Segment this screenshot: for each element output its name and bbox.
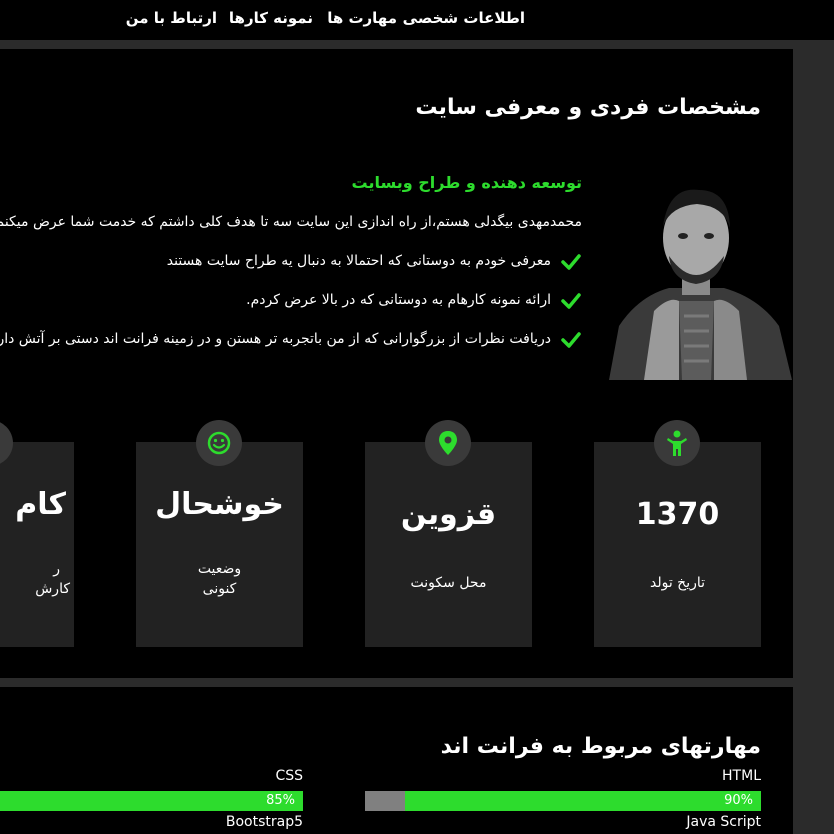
check-icon [561, 293, 581, 309]
info-card-status: خوشحال وضعیت کنونی [136, 442, 303, 647]
skills-section: مهارتهای مربوط به فرانت اند HTML 90% Jav… [0, 687, 793, 834]
info-card-birthdate: 1370 تاریخ تولد [594, 442, 761, 647]
skill-name: Java Script [686, 814, 761, 830]
card-value: خوشحال [155, 487, 284, 522]
bullet-item: دریافت نظرات از بزرگوارانی که از من باتج… [0, 331, 581, 348]
nav-item-personal-info[interactable]: اطلاعات شخصی [403, 9, 525, 27]
person-icon [654, 420, 700, 466]
top-navbar: اطلاعات شخصی مهارت ها نمونه کارها ارتباط… [0, 0, 834, 40]
nav-item-contact[interactable]: ارتباط با من [126, 9, 217, 27]
card-value: 1370 [635, 497, 720, 532]
bullet-text: معرفی خودم به دوستانی که احتمالا به دنبا… [166, 253, 551, 269]
skill-progress-bar: 90% [365, 791, 761, 811]
info-card-work: کام ر کارش [0, 442, 74, 647]
check-icon [561, 254, 581, 270]
nav-item-portfolio[interactable]: نمونه کارها [229, 9, 313, 27]
nav-item-skills[interactable]: مهارت ها [327, 9, 397, 27]
card-label: محل سکونت [410, 575, 487, 591]
bullet-text: دریافت نظرات از بزرگوارانی که از من باتج… [0, 331, 551, 347]
bullet-text: ارائه نمونه کارهام به دوستانی که در بالا… [246, 292, 551, 308]
card-label: ر کارش [0, 559, 74, 599]
subtitle: توسعه دهنده و طراح وبسایت [351, 173, 582, 192]
check-icon [561, 332, 581, 348]
intro-text: محمدمهدی بیگدلی هستم،از راه اندازی این س… [0, 214, 582, 230]
page-gutter [793, 40, 834, 834]
card-label-line: کارش [35, 581, 70, 597]
skill-name: HTML [722, 768, 761, 784]
skill-name: CSS [275, 768, 303, 784]
skills-title: مهارتهای مربوط به فرانت اند [440, 734, 761, 759]
bullet-item: ارائه نمونه کارهام به دوستانی که در بالا… [246, 292, 581, 309]
card-label-line: ر [53, 561, 60, 577]
skill-progress-bar: 85% [0, 791, 303, 811]
location-pin-icon [425, 420, 471, 466]
card-label: وضعیت کنونی [136, 559, 303, 599]
card-label-line: کنونی [202, 581, 237, 597]
skill-percent: 90% [724, 793, 753, 808]
skill-percent: 85% [266, 793, 295, 808]
section-title: مشخصات فردی و معرفی سایت [415, 95, 761, 120]
skill-progress-fill: 90% [404, 791, 761, 811]
card-label: تاریخ تولد [649, 575, 706, 591]
smiley-icon [196, 420, 242, 466]
profile-photo [599, 176, 792, 380]
about-section: مشخصات فردی و معرفی سایت توسعه دهنده و ط… [0, 49, 793, 678]
skill-progress-fill: 85% [0, 791, 303, 811]
skill-name: Bootstrap5 [225, 814, 303, 830]
card-label-line: وضعیت [197, 561, 242, 577]
info-card-location: قزوین محل سکونت [365, 442, 532, 647]
card-value: قزوین [400, 497, 497, 532]
bullet-item: معرفی خودم به دوستانی که احتمالا به دنبا… [166, 253, 581, 270]
